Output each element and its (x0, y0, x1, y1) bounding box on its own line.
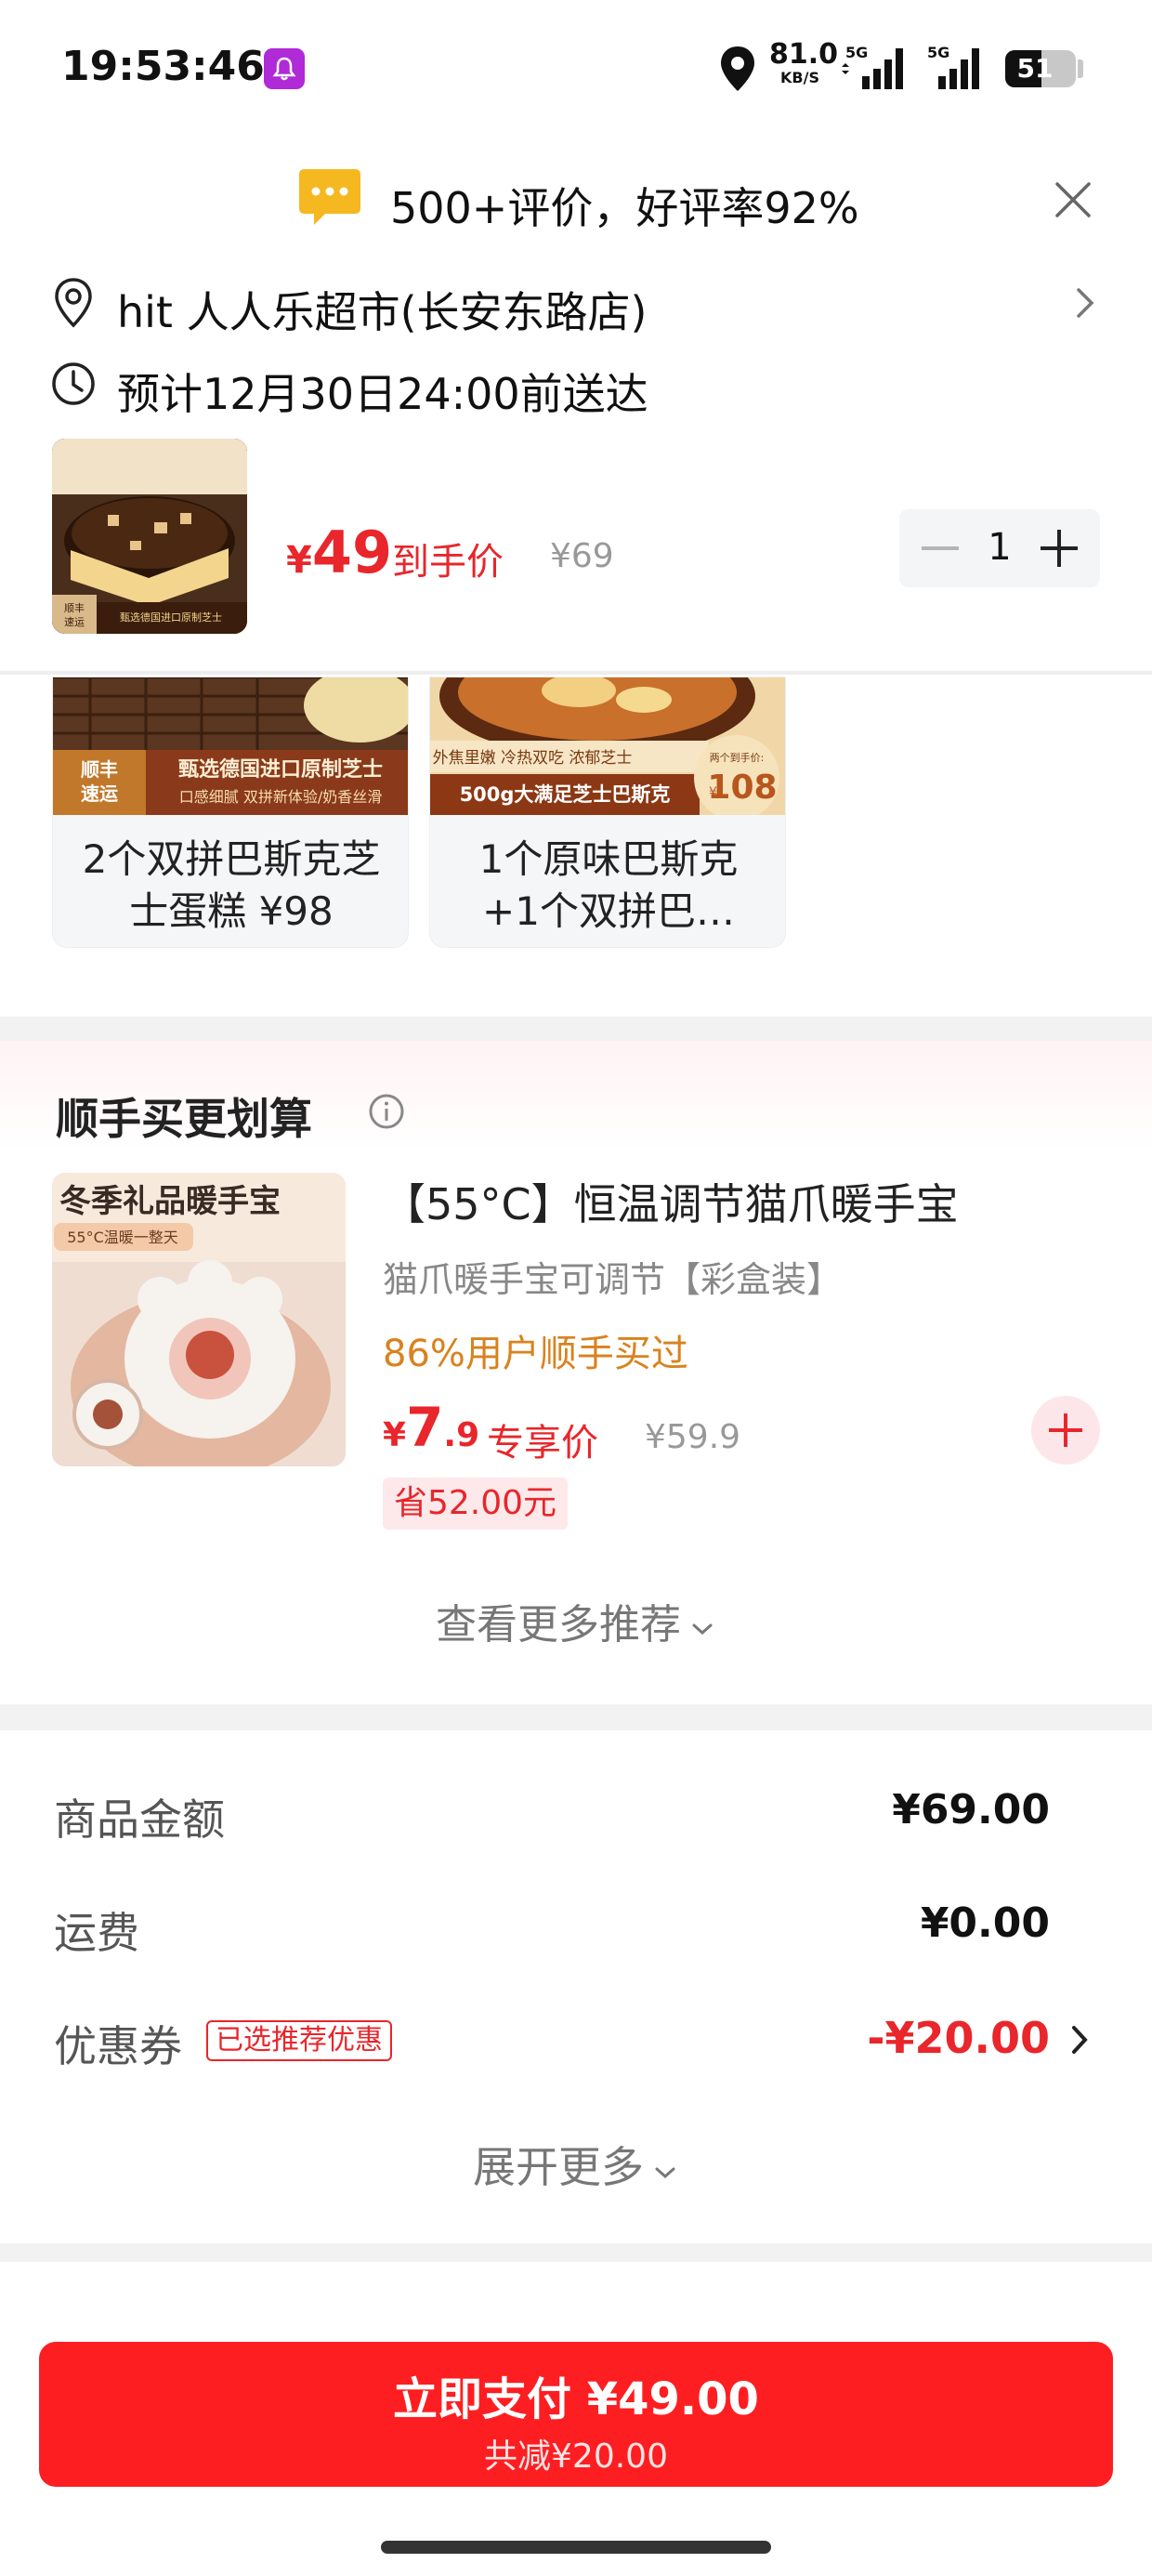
divider (0, 671, 1152, 675)
shipping-value: ¥0.00 (920, 1899, 1050, 1947)
recommend-title[interactable]: 【55°C】恒温调节猫爪暖手宝 (383, 1171, 959, 1232)
buy-together-section: 顺手买更划算 冬季礼品暖手宝 55°C温暖一整天 【55°C】恒温调节猫爪暖手宝… (0, 1041, 1152, 1691)
svg-text:55°C温暖一整天: 55°C温暖一整天 (67, 1229, 178, 1246)
pay-now-button[interactable]: 立即支付 ¥49.00 共减¥20.00 (39, 2342, 1113, 2487)
battery-tip (1078, 59, 1083, 78)
quantity-stepper: 1 (899, 509, 1100, 587)
expand-more-button[interactable]: 展开更多 (0, 2134, 1152, 2195)
review-summary: 500+评价，好评率92% (390, 183, 859, 233)
decrease-button[interactable] (922, 546, 959, 550)
status-bar: 19:53:46 81.0 KB/S 5G 5G 51 (0, 0, 1152, 139)
recommend-subtitle: 猫爪暖手宝可调节【彩盒装】 (383, 1259, 843, 1300)
svg-text:5G: 5G (927, 44, 949, 61)
chat-bubble-icon (297, 167, 362, 225)
section-gap (0, 2243, 1152, 2262)
delivery-row: 预计12月30日24:00前送达 (0, 355, 1152, 419)
svg-text:口感细腻 双拼新体验/奶香丝滑: 口感细腻 双拼新体验/奶香丝滑 (179, 788, 382, 806)
svg-text:速运: 速运 (64, 616, 85, 628)
variant-label: 2个双拼巴斯克芝士蛋糕 ¥98 (82, 836, 381, 934)
more-recommendations-button[interactable]: 查看更多推荐 (0, 1591, 1152, 1650)
recommend-price-label: 专享价 (487, 1422, 598, 1465)
location-status-icon (717, 45, 758, 97)
product-image[interactable]: 顺丰 速运 甄选德国进口原制芝士 (52, 439, 247, 634)
network-speed: 81.0 KB/S (769, 38, 839, 86)
quantity-value: 1 (988, 526, 1012, 569)
signal-5g-icon: 5G (842, 43, 910, 95)
chevron-down-icon (692, 1623, 713, 1636)
goods-amount-value: ¥69.00 (892, 1786, 1050, 1833)
variant-image: 顺丰 速运 甄选德国进口原制芝士 口感细腻 双拼新体验/奶香丝滑 (53, 677, 408, 815)
shipping-label: 运费 (54, 1908, 139, 1958)
increase-button[interactable] (1041, 530, 1078, 567)
product-price: ¥49 (286, 519, 393, 586)
svg-text:外焦里嫩 冷热双吃 浓郁芝士: 外焦里嫩 冷热双吃 浓郁芝士 (433, 749, 633, 768)
variant-card-1[interactable]: 顺丰 速运 甄选德国进口原制芝士 口感细腻 双拼新体验/奶香丝滑 2个双拼巴斯克… (52, 677, 409, 948)
goods-amount-row: 商品金额 ¥69.00 (0, 1781, 1152, 1846)
address-text: hit 人人乐超市(长安东路店) (117, 287, 648, 337)
goods-amount-label: 商品金额 (54, 1794, 225, 1845)
section-gap (0, 1017, 1152, 1043)
coupon-row[interactable]: 优惠券 已选推荐优惠 -¥20.00 (0, 2007, 1152, 2072)
recommend-original-price: ¥59.9 (645, 1418, 741, 1456)
svg-text:甄选德国进口原制芝士: 甄选德国进口原制芝士 (178, 757, 383, 782)
svg-text:两个到手价:: 两个到手价: (710, 751, 765, 764)
section-title: 顺手买更划算 (56, 1094, 312, 1144)
svg-text:速运: 速运 (81, 782, 118, 805)
coupon-value: -¥20.00 (867, 2013, 1050, 2063)
svg-text:5G: 5G (845, 44, 868, 61)
svg-text:冬季礼品暖手宝: 冬季礼品暖手宝 (59, 1183, 281, 1220)
savings-badge: 省52.00元 (383, 1478, 569, 1530)
delivery-eta: 预计12月30日24:00前送达 (117, 369, 648, 419)
product-row: 顺丰 速运 甄选德国进口原制芝士 ¥49 到手价 ¥69 1 (0, 439, 1152, 641)
clock-icon (50, 361, 97, 411)
chevron-right-icon (1070, 2024, 1089, 2059)
variant-image: 外焦里嫩 冷热双吃 浓郁芝士 500g大满足芝士巴斯克 两个到手价: ¥ 108 (430, 677, 785, 821)
battery-icon: 51 (1005, 50, 1076, 87)
section-gap (0, 1704, 1152, 1730)
pay-discount-label: 共减¥20.00 (484, 2438, 668, 2476)
add-to-cart-button[interactable] (1031, 1396, 1100, 1465)
svg-text:顺丰: 顺丰 (81, 758, 118, 781)
svg-text:甄选德国进口原制芝士: 甄选德国进口原制芝士 (120, 611, 222, 624)
recommend-product-image[interactable]: 冬季礼品暖手宝 55°C温暖一整天 (52, 1173, 346, 1466)
svg-text:顺丰: 顺丰 (64, 602, 85, 614)
recommend-stat: 86%用户顺手买过 (383, 1333, 688, 1375)
status-time: 19:53:46 (61, 43, 265, 90)
price-label: 到手价 (392, 541, 504, 584)
review-bar: 500+评价，好评率92% (0, 164, 1152, 238)
chevron-down-icon (655, 2167, 675, 2179)
variant-label: 1个原味巴斯克+1个双拼巴… ¥98 (478, 836, 739, 947)
svg-text:108: 108 (707, 769, 777, 807)
pay-now-label: 立即支付 ¥49.00 (393, 2373, 759, 2425)
variant-card-2[interactable]: 外焦里嫩 冷热双吃 浓郁芝士 500g大满足芝士巴斯克 两个到手价: ¥ 108… (429, 677, 786, 948)
shipping-row: 运费 ¥0.00 (0, 1894, 1152, 1959)
recommend-price: ¥7.9 (383, 1396, 480, 1459)
signal-5g-2-icon: 5G (925, 43, 994, 95)
chevron-right-icon (1074, 286, 1096, 323)
close-icon[interactable] (1050, 177, 1096, 223)
coupon-label: 优惠券 (54, 2021, 182, 2071)
original-price: ¥69 (550, 537, 614, 575)
notification-bell-icon (264, 48, 305, 89)
svg-text:500g大满足芝士巴斯克: 500g大满足芝士巴斯克 (460, 783, 671, 806)
location-pin-icon (52, 277, 95, 333)
address-row[interactable]: hit 人人乐超市(长安东路店) (0, 273, 1152, 337)
coupon-tag: 已选推荐优惠 (206, 2020, 392, 2061)
home-indicator[interactable] (381, 2541, 771, 2554)
info-icon[interactable] (368, 1093, 405, 1134)
